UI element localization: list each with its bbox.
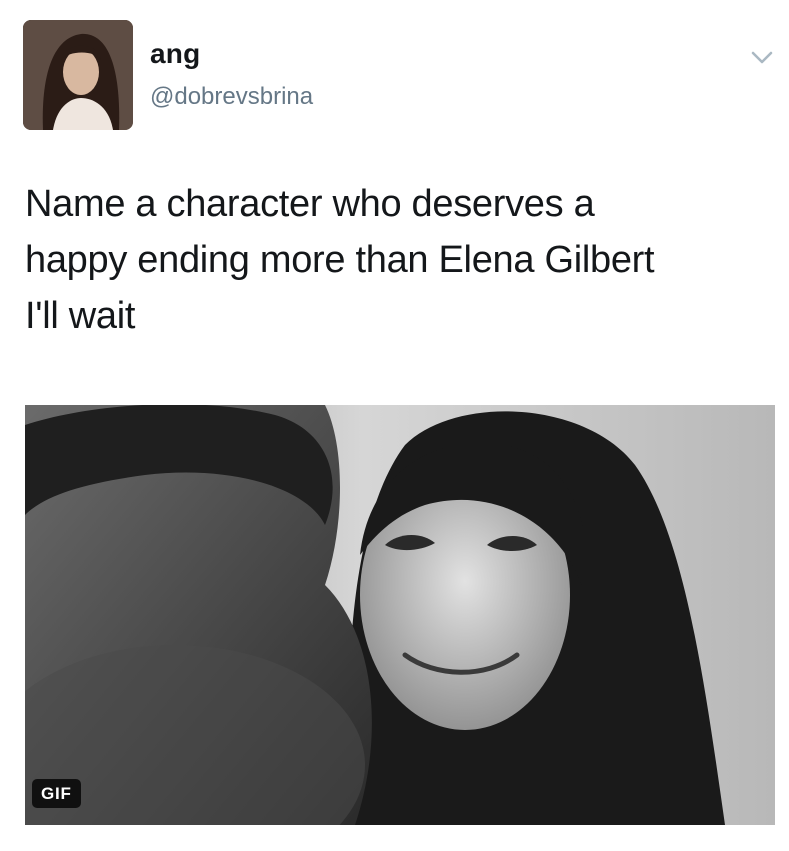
gif-badge: GIF [32, 779, 81, 808]
avatar[interactable] [23, 20, 133, 130]
tweet-text-line: happy ending more than Elena Gilbert [25, 239, 655, 281]
tweet-media-gif[interactable] [25, 405, 775, 825]
tweet-text-line: Name a character who deserves a [25, 183, 595, 225]
tweet-text-line: I'll wait [25, 295, 136, 337]
media-still-image [25, 405, 775, 825]
author-handle[interactable]: @dobrevsbrina [150, 83, 313, 111]
author-name[interactable]: ang [150, 38, 200, 70]
avatar-photo [23, 20, 133, 130]
chevron-down-icon[interactable] [750, 48, 774, 68]
tweet-text: Name a character who deserves a happy en… [25, 176, 765, 344]
